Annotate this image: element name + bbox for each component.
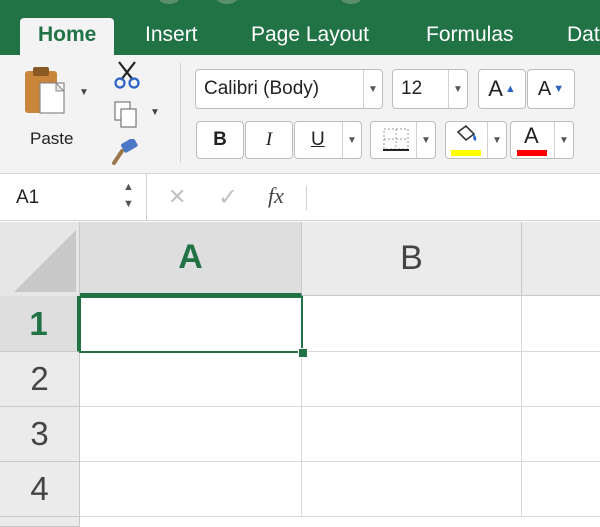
name-box[interactable]: A1 ▲ ▼ [0, 174, 147, 220]
spreadsheet-grid: A B 1 2 3 4 [0, 222, 600, 527]
font-color-swatch [517, 150, 547, 156]
group-separator [180, 63, 181, 163]
scissors-icon[interactable] [113, 60, 141, 90]
chevron-down-icon: ▼ [363, 70, 382, 108]
fill-handle[interactable] [298, 348, 308, 358]
copy-options-arrow[interactable]: ▼ [150, 107, 160, 118]
row-header-5[interactable] [0, 517, 80, 527]
borders-icon [383, 128, 409, 151]
stepper-down-icon[interactable]: ▼ [123, 198, 134, 210]
font-color-button[interactable]: A ▼ [510, 121, 574, 159]
cell-c3[interactable] [522, 407, 600, 462]
name-box-value: A1 [16, 187, 40, 208]
paste-options-arrow[interactable]: ▼ [79, 87, 89, 98]
cell-a3[interactable] [80, 407, 302, 462]
cell-b2[interactable] [302, 352, 522, 407]
ribbon-home: Paste ▼ ▼ Calibri (Body) ▼ 12 ▼ A ▲ A ▼ … [0, 55, 600, 174]
chevron-down-icon: ▼ [416, 122, 435, 158]
font-name-dropdown[interactable]: Calibri (Body) ▼ [195, 69, 383, 109]
titlebar-fragment [340, 0, 362, 4]
chevron-down-icon: ▼ [448, 70, 467, 108]
cell-a4[interactable] [80, 462, 302, 517]
copy-icon[interactable] [113, 100, 139, 130]
cell-c4[interactable] [522, 462, 600, 517]
tab-data[interactable]: Dat [567, 18, 600, 55]
chevron-down-icon: ▼ [342, 122, 361, 158]
underline-button[interactable]: U ▼ [294, 121, 362, 159]
decrease-font-size-button[interactable]: A ▼ [527, 69, 575, 109]
increase-font-size-letter: A [488, 76, 503, 101]
stepper-up-icon[interactable]: ▲ [123, 181, 134, 193]
formula-input[interactable] [316, 186, 586, 210]
fill-color-button[interactable]: ▼ [445, 121, 507, 159]
triangle-down-icon: ▼ [553, 83, 565, 95]
paste-button[interactable]: Paste [22, 65, 74, 150]
triangle-up-icon: ▲ [504, 83, 516, 95]
font-size-value: 12 [401, 78, 423, 99]
increase-font-size-button[interactable]: A ▲ [478, 69, 526, 109]
italic-button[interactable]: I [245, 121, 293, 159]
row-header-3[interactable]: 3 [0, 407, 80, 462]
cancel-icon[interactable]: ✕ [168, 184, 186, 210]
column-header-c[interactable] [522, 222, 600, 296]
chevron-down-icon: ▼ [554, 122, 573, 158]
column-header-b[interactable]: B [302, 222, 522, 296]
tab-home[interactable]: Home [20, 18, 115, 55]
font-color-letter: A [524, 123, 539, 148]
tab-insert[interactable]: Insert [145, 18, 198, 55]
titlebar-fragment [158, 0, 180, 4]
cell-b3[interactable] [302, 407, 522, 462]
select-all-button[interactable] [0, 222, 80, 297]
paste-label: Paste [30, 129, 74, 148]
row-header-4[interactable]: 4 [0, 462, 80, 517]
tab-page-layout[interactable]: Page Layout [251, 18, 369, 55]
cell-a1[interactable] [80, 296, 302, 352]
fill-color-swatch [451, 150, 481, 156]
column-header-a[interactable]: A [80, 222, 302, 296]
enter-icon[interactable]: ✓ [218, 183, 238, 212]
tab-formulas[interactable]: Formulas [426, 18, 514, 55]
bold-button[interactable]: B [196, 121, 244, 159]
cell-c1[interactable] [522, 296, 600, 352]
row-header-2[interactable]: 2 [0, 352, 80, 407]
cell-a2[interactable] [80, 352, 302, 407]
clipboard-icon [25, 67, 66, 114]
decrease-font-size-letter: A [537, 77, 552, 100]
row-header-1[interactable]: 1 [0, 296, 80, 352]
chevron-down-icon: ▼ [487, 122, 506, 158]
formula-separator [306, 186, 307, 210]
cell-b4[interactable] [302, 462, 522, 517]
insert-function-button[interactable]: fx [268, 183, 284, 209]
select-all-triangle-icon [14, 230, 76, 292]
paint-bucket-icon [456, 124, 477, 142]
ribbon-tab-bar: Home Insert Page Layout Formulas Dat [0, 0, 600, 55]
cell-c2[interactable] [522, 352, 600, 407]
font-name-value: Calibri (Body) [204, 78, 320, 99]
formula-bar: A1 ▲ ▼ ✕ ✓ fx [0, 174, 600, 221]
cell-b1[interactable] [302, 296, 522, 352]
font-size-dropdown[interactable]: 12 ▼ [392, 69, 468, 109]
format-painter-icon[interactable] [110, 139, 140, 167]
borders-button[interactable]: ▼ [370, 121, 436, 159]
underline-letter: U [311, 129, 325, 150]
titlebar-fragment [216, 0, 238, 4]
